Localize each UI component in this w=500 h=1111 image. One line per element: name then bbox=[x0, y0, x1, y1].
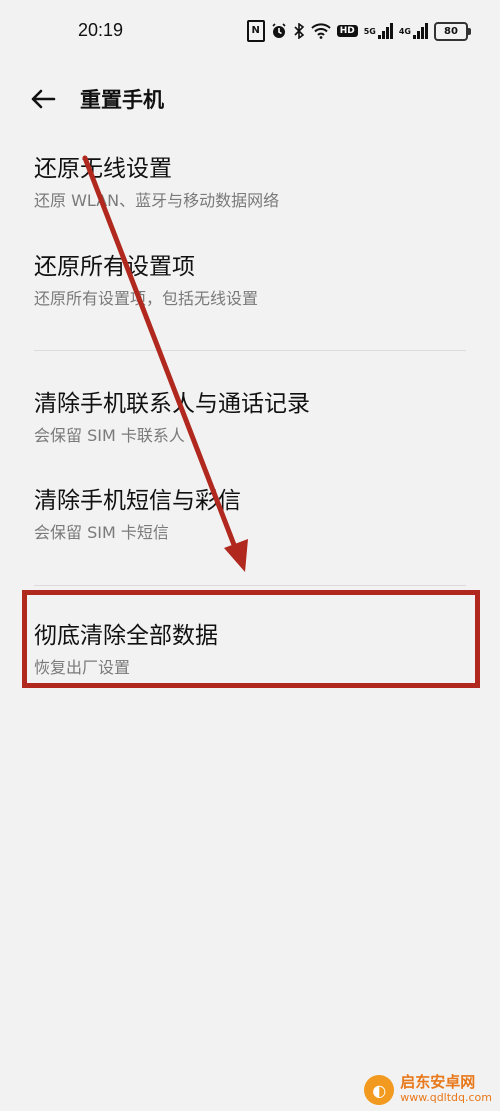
option-reset-all-settings[interactable]: 还原所有设置项 还原所有设置项，包括无线设置 bbox=[34, 252, 474, 310]
option-subtitle: 还原所有设置项，包括无线设置 bbox=[34, 289, 259, 308]
option-title: 清除手机短信与彩信 bbox=[34, 488, 241, 514]
divider bbox=[34, 585, 466, 586]
status-bar: 20:19 N HD 5G 4G 80 bbox=[0, 0, 500, 62]
watermark: ◐ 启东安卓网 www.qdltdq.com bbox=[364, 1075, 492, 1105]
option-clear-contacts[interactable]: 清除手机联系人与通话记录 会保留 SIM 卡联系人 bbox=[34, 389, 474, 447]
watermark-name: 启东安卓网 bbox=[400, 1073, 476, 1091]
bluetooth-icon bbox=[293, 23, 305, 39]
option-clear-messages[interactable]: 清除手机短信与彩信 会保留 SIM 卡短信 bbox=[34, 486, 474, 544]
option-title: 还原所有设置项 bbox=[34, 254, 195, 280]
divider bbox=[34, 350, 466, 351]
status-time: 20:19 bbox=[78, 20, 124, 40]
annotation-highlight-box bbox=[22, 590, 480, 688]
option-title: 清除手机联系人与通话记录 bbox=[34, 391, 310, 417]
alarm-icon bbox=[271, 23, 287, 39]
option-subtitle: 还原 WLAN、蓝牙与移动数据网络 bbox=[34, 191, 280, 210]
status-icons: N HD 5G 4G 80 bbox=[246, 20, 471, 42]
page-title: 重置手机 bbox=[80, 88, 164, 112]
watermark-logo-icon: ◐ bbox=[364, 1075, 395, 1105]
header: 重置手机 bbox=[0, 70, 500, 126]
hd-icon: HD bbox=[336, 25, 358, 37]
back-arrow-icon bbox=[31, 89, 56, 109]
signal-5g-label: 5G bbox=[363, 26, 376, 36]
option-subtitle: 会保留 SIM 卡短信 bbox=[34, 523, 169, 542]
option-subtitle: 会保留 SIM 卡联系人 bbox=[34, 426, 185, 445]
nfc-icon: N bbox=[246, 20, 265, 42]
signal-4g-label: 4G bbox=[398, 26, 411, 36]
option-title: 还原无线设置 bbox=[34, 156, 172, 182]
option-reset-wireless[interactable]: 还原无线设置 还原 WLAN、蓝牙与移动数据网络 bbox=[34, 154, 474, 212]
battery-icon: 80 bbox=[434, 21, 471, 41]
watermark-url: www.qdltdq.com bbox=[400, 1091, 492, 1104]
back-button[interactable] bbox=[26, 82, 60, 116]
signal-5g-icon: 5G bbox=[364, 23, 393, 39]
wifi-icon bbox=[311, 23, 331, 39]
signal-4g-icon: 4G bbox=[399, 23, 428, 39]
